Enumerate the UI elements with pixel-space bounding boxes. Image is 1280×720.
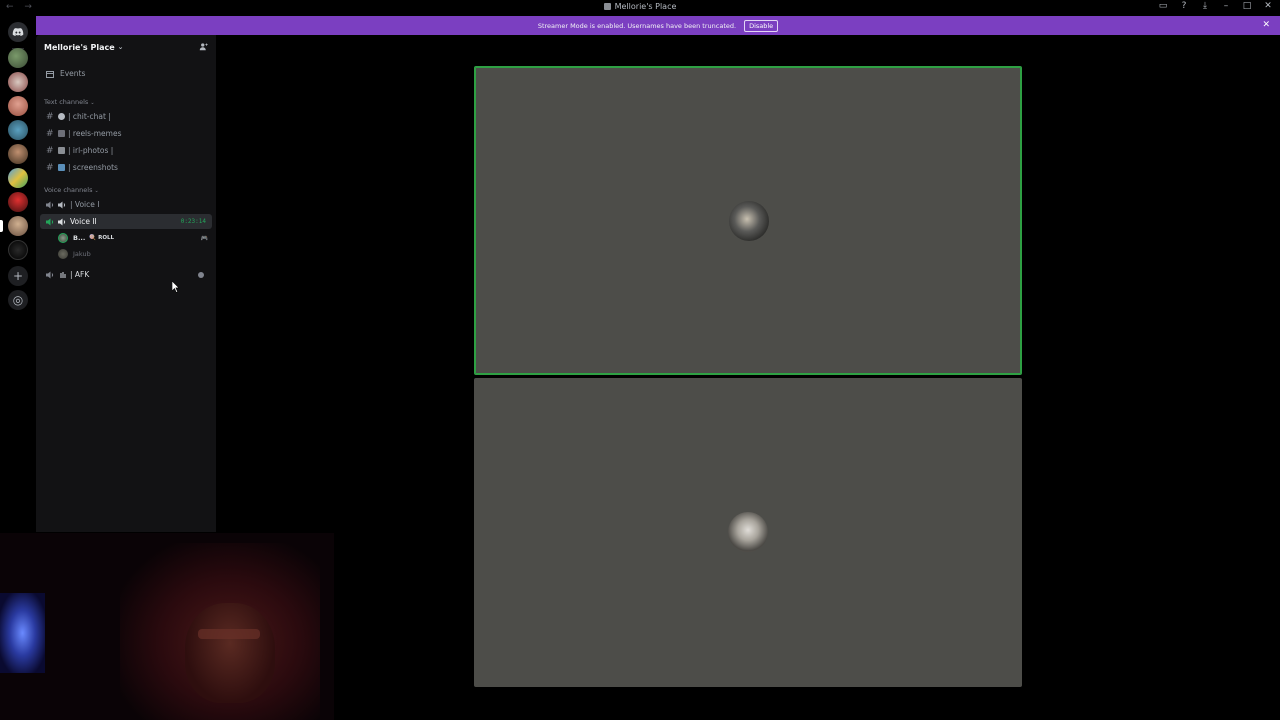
inbox-icon[interactable]: ▭ [1157, 1, 1169, 11]
mouse-cursor-icon [172, 281, 180, 293]
banner-text: Streamer Mode is enabled. Usernames have… [537, 21, 737, 30]
server-name: Mellorie's Place [44, 42, 115, 52]
server-avatar[interactable] [8, 192, 28, 212]
hash-icon: # [46, 162, 54, 173]
user-tag: 🍭 ROLL [89, 235, 115, 241]
chevron-down-icon: ⌄ [94, 188, 99, 194]
minimize-button[interactable]: – [1220, 1, 1232, 11]
video-tile[interactable] [474, 66, 1022, 375]
window-title-text: Mellorie's Place [614, 2, 677, 11]
server-avatar[interactable] [8, 72, 28, 92]
hash-icon: # [46, 145, 54, 156]
hash-icon: # [46, 128, 54, 139]
discord-icon [12, 28, 24, 37]
category-label: Voice channels [44, 186, 93, 194]
voice-user-name: Jakub [73, 250, 91, 258]
channel-label: | irl-photos | [68, 146, 114, 155]
server-avatar[interactable] [8, 168, 28, 188]
category-label: Text channels [44, 98, 89, 106]
window-controls: ▭ ? ⤓ – □ ✕ [1157, 1, 1274, 11]
add-server-icon[interactable]: + [8, 266, 28, 286]
channel-irl-photos[interactable]: # | irl-photos | [40, 143, 212, 158]
maximize-button[interactable]: □ [1241, 1, 1253, 11]
streamer-mode-banner: Streamer Mode is enabled. Usernames have… [36, 16, 1280, 35]
voice-user[interactable]: Jakub [58, 247, 212, 261]
hand-icon [60, 271, 66, 278]
webcam-overlay [0, 533, 334, 720]
close-icon[interactable]: ✕ [1262, 20, 1270, 30]
voice-channel-afk[interactable]: | AFK [40, 267, 212, 282]
server-avatar[interactable] [8, 120, 28, 140]
chevron-down-icon: ⌄ [117, 43, 124, 51]
channel-label: | Voice I [70, 200, 100, 209]
server-avatar[interactable] [8, 96, 28, 116]
channel-label: | AFK [70, 270, 90, 279]
window-title: Mellorie's Place [0, 2, 1280, 11]
speaker-icon [46, 201, 54, 208]
channel-label: | reels-memes [68, 129, 122, 138]
participant-avatar [728, 512, 768, 552]
server-avatar[interactable] [8, 48, 28, 68]
participant-avatar [729, 201, 769, 241]
title-bar: ← → Mellorie's Place ▭ ? ⤓ – □ ✕ [0, 0, 1280, 16]
explore-servers-icon[interactable]: ◎ [8, 290, 28, 310]
channel-sidebar: Mellorie's Place ⌄ Events Text channels ⌄… [36, 35, 216, 532]
glasses [198, 629, 260, 639]
channel-chit-chat[interactable]: # | chit-chat | [40, 109, 212, 124]
face [185, 603, 275, 703]
calendar-icon [46, 70, 54, 78]
server-avatar[interactable] [8, 240, 28, 260]
video-tile[interactable] [474, 378, 1022, 687]
activity-icon: 🎮 [200, 234, 208, 242]
add-member-icon[interactable] [199, 42, 208, 51]
light-glow [0, 593, 45, 673]
speaker-icon [58, 201, 66, 208]
film-icon [58, 130, 65, 137]
chat-bubble-icon[interactable] [198, 271, 204, 278]
speaker-icon [58, 218, 66, 225]
voice-channel-voice-ii[interactable]: Voice II 0:23:14 [40, 214, 212, 229]
monitor-icon [58, 164, 65, 171]
home-button[interactable] [8, 22, 28, 42]
channel-label: | screenshots [68, 163, 118, 172]
events-item[interactable]: Events [40, 66, 212, 81]
download-icon[interactable]: ⤓ [1199, 1, 1211, 11]
help-icon[interactable]: ? [1178, 1, 1190, 11]
selected-server-pill [0, 220, 3, 232]
speech-bubble-icon [58, 113, 65, 120]
photo-icon [58, 147, 65, 154]
chevron-down-icon: ⌄ [90, 100, 95, 106]
close-window-button[interactable]: ✕ [1262, 1, 1274, 11]
server-icon [603, 3, 611, 10]
channel-reels-memes[interactable]: # | reels-memes [40, 126, 212, 141]
server-header[interactable]: Mellorie's Place ⌄ [36, 35, 216, 59]
channel-screenshots[interactable]: # | screenshots [40, 160, 212, 175]
disable-button[interactable]: Disable [744, 19, 779, 32]
speaker-icon [46, 271, 54, 278]
events-label: Events [60, 69, 86, 78]
server-avatar[interactable] [8, 216, 28, 236]
call-timer: 0:23:14 [180, 218, 206, 225]
speaker-icon [46, 218, 54, 225]
avatar [58, 233, 68, 243]
voice-user-name: B... [73, 234, 86, 242]
category-text-channels[interactable]: Text channels ⌄ [44, 98, 95, 106]
server-avatar[interactable] [8, 144, 28, 164]
voice-user[interactable]: B... 🍭 ROLL 🎮 [58, 231, 212, 245]
voice-channel-voice-i[interactable]: | Voice I [40, 197, 212, 212]
channel-label: Voice II [70, 217, 97, 226]
avatar [58, 249, 68, 259]
category-voice-channels[interactable]: Voice channels ⌄ [44, 186, 99, 194]
hash-icon: # [46, 111, 54, 122]
channel-label: | chit-chat | [68, 112, 111, 121]
